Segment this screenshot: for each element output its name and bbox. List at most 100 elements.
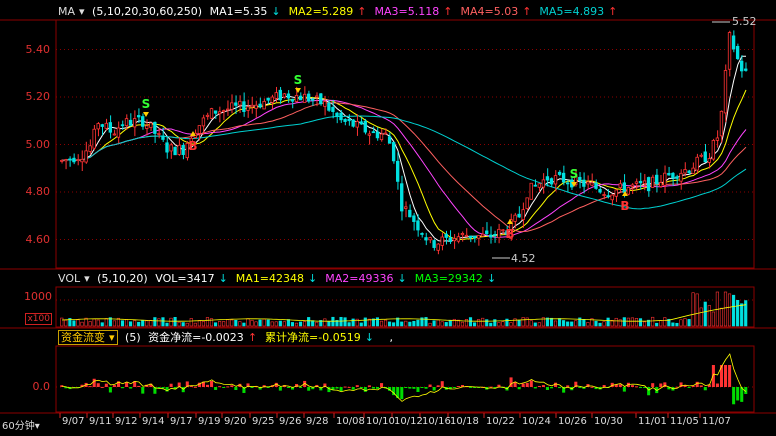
candle-body	[691, 167, 695, 174]
ma-values: MA1=5.35 ↓ MA2=5.289 ↑ MA3=5.118 ↑ MA4=5.03 ↑ MA…	[210, 5, 626, 18]
volume-bar	[505, 318, 509, 327]
time-x-label: 11/01	[638, 416, 667, 427]
arrow-down-icon: ↓	[486, 272, 497, 285]
indicator-selector-flow[interactable]: 资金流变 ▾	[58, 330, 118, 345]
flow-bar	[193, 386, 197, 388]
volume-bar	[634, 318, 639, 327]
volume-bar	[574, 320, 578, 327]
candle-body	[590, 182, 594, 186]
flow-bar	[566, 385, 570, 387]
candle-body	[517, 213, 521, 218]
candle-body	[529, 182, 533, 200]
volume-bar	[294, 322, 299, 327]
candle-body	[400, 183, 404, 212]
flow-bar	[161, 387, 165, 389]
volume-bar	[703, 301, 707, 327]
flow-bar	[732, 387, 736, 405]
volume-bar	[719, 307, 724, 327]
candle-body	[744, 68, 748, 71]
candle-body	[68, 158, 72, 161]
volume-bar	[323, 318, 327, 327]
volume-bar	[570, 321, 574, 327]
flow-bar	[137, 385, 141, 387]
candle-body	[201, 117, 206, 127]
volume-bar	[472, 322, 477, 327]
flow-bar	[96, 383, 100, 387]
volume-bar	[290, 322, 295, 327]
volume-bar	[448, 320, 452, 327]
volume-bar	[205, 317, 210, 327]
candle-body	[76, 159, 80, 162]
candle-body	[659, 182, 663, 187]
candle-body	[489, 234, 493, 238]
legend-value: 累计净流=-0.0519 ↓	[265, 331, 378, 344]
candle-body	[343, 118, 347, 122]
candle-body	[278, 89, 282, 101]
flow-bar	[517, 387, 521, 390]
indicator-selector-vol[interactable]: VOL ▾	[58, 272, 90, 285]
candle-body	[683, 169, 687, 174]
candle-body	[234, 102, 238, 106]
indicator-selector-ma[interactable]: MA ▾	[58, 5, 85, 18]
candle-body	[622, 182, 626, 193]
chart-canvas[interactable]: S B S B S B	[0, 0, 776, 433]
candle-body	[420, 233, 424, 235]
flow-bar	[736, 387, 740, 401]
flow-bar	[724, 365, 728, 387]
volume-bar	[258, 319, 262, 327]
flow-bar	[578, 387, 582, 388]
flow-bar	[489, 386, 493, 388]
candle-body	[347, 118, 351, 122]
candle-body	[610, 194, 614, 201]
candle-body	[226, 108, 230, 111]
volume-bar	[699, 307, 703, 327]
arrow-down-icon: ↓	[308, 272, 318, 285]
candle-body	[444, 233, 448, 238]
legend-value-text: MA4=5.03	[460, 5, 519, 18]
volume-bar	[468, 317, 473, 327]
arrow-up-icon: ↑	[247, 331, 258, 344]
candle-body	[424, 237, 428, 241]
period-selector[interactable]: 60分钟▾	[2, 417, 40, 432]
volume-bar	[181, 322, 185, 327]
candle-body	[480, 233, 485, 237]
volume-bar	[671, 322, 675, 327]
flow-bar	[343, 386, 347, 388]
time-x-label: 9/07	[62, 416, 85, 427]
indicator-params: (5)	[125, 331, 141, 344]
legend-value-text: MA1=42348	[235, 272, 305, 285]
candle-body	[282, 93, 287, 98]
flow-bar	[210, 380, 214, 387]
volume-bar	[594, 320, 598, 327]
flow-bar	[234, 387, 238, 391]
volume-bar	[351, 318, 355, 327]
trading-chart[interactable]: SBSBSB MA ▾ (5,10,20,30,60,250) MA1=5.35 ↓…	[0, 0, 776, 433]
candle-body	[606, 195, 610, 198]
candle-body	[132, 118, 137, 128]
legend-value: MA2=5.289 ↑	[289, 5, 371, 18]
price-y-tick: 5.00	[25, 138, 51, 151]
volume-bar	[642, 321, 647, 327]
signal-arrow	[295, 88, 301, 93]
candle-body	[339, 112, 343, 121]
time-x-label: 9/26	[279, 416, 302, 427]
volume-bar	[392, 322, 396, 327]
candle-body	[197, 125, 202, 134]
legend-value-text: 资金净流=-0.0023	[148, 331, 244, 344]
volume-bar	[286, 319, 290, 327]
volume-bar	[630, 317, 634, 327]
volume-bar	[727, 293, 732, 327]
candle-body	[740, 60, 744, 72]
legend-value: VOL=3417 ↓	[155, 272, 232, 285]
indicator-params: (5,10,20,30,60,250)	[92, 5, 203, 18]
volume-bar	[64, 319, 68, 327]
volume-bar	[525, 317, 529, 327]
legend-value-text: MA3=29342	[414, 272, 483, 285]
candle-body	[598, 189, 602, 193]
volume-bar	[566, 321, 570, 327]
candle-body	[181, 144, 185, 155]
flow-bar	[339, 387, 343, 392]
volume-bar	[723, 291, 728, 327]
flow-bar	[112, 385, 116, 387]
candle-body	[428, 237, 432, 241]
